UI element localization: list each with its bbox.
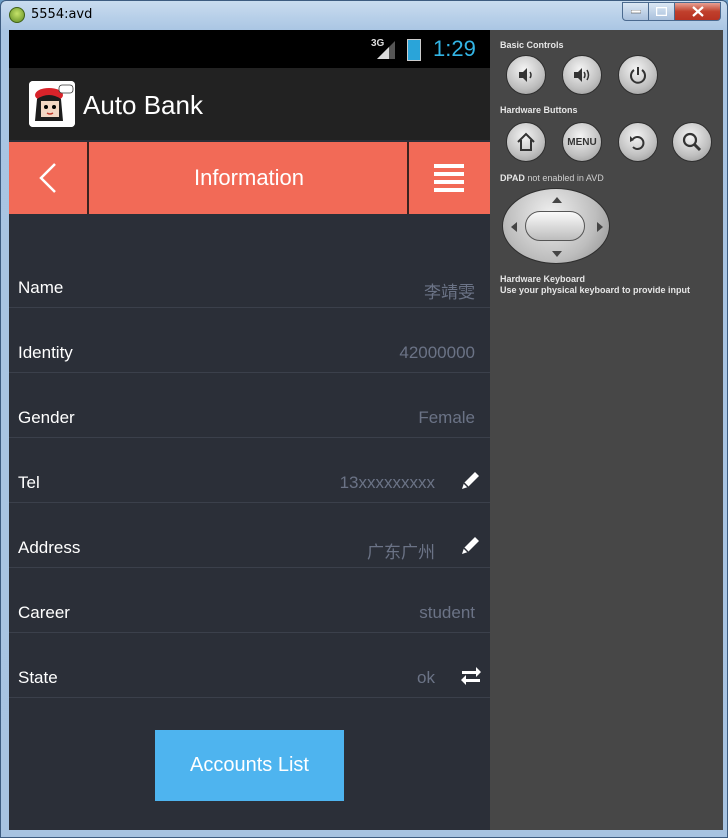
field-label: Identity	[18, 343, 73, 362]
field-value: ok	[417, 668, 435, 687]
power-button[interactable]	[618, 55, 658, 95]
search-hw-button[interactable]	[672, 122, 712, 162]
hardware-keyboard-info: Hardware Keyboard Use your physical keyb…	[500, 274, 690, 296]
keyboard-note: Use your physical keyboard to provide in…	[500, 285, 691, 295]
home-button[interactable]	[506, 122, 546, 162]
info-row-state[interactable]: State ok	[9, 633, 490, 698]
maximize-icon	[656, 7, 667, 16]
minimize-icon	[630, 9, 641, 13]
field-value: 13xxxxxxxxx	[339, 473, 435, 492]
info-row-gender: Gender Female	[9, 373, 490, 438]
hardware-buttons-heading: Hardware Buttons	[500, 105, 578, 115]
signal-icon	[377, 41, 395, 59]
pencil-icon[interactable]	[459, 468, 483, 492]
phone-screen: 3G 1:29 Auto Bank Information Name 李靖雯 I…	[9, 30, 490, 830]
dpad-center-button[interactable]	[525, 211, 585, 241]
window-title: 5554:avd	[31, 7, 93, 22]
info-row-address[interactable]: Address 广东广州	[9, 503, 490, 568]
pencil-icon[interactable]	[459, 533, 483, 557]
power-icon	[630, 67, 646, 84]
app-title: Auto Bank	[83, 90, 203, 120]
volume-down-icon	[519, 68, 532, 82]
dpad-control[interactable]	[502, 188, 610, 264]
dpad-note: not enabled in AVD	[527, 173, 604, 183]
info-row-tel[interactable]: Tel 13xxxxxxxxx	[9, 438, 490, 503]
basic-controls-heading: Basic Controls	[500, 40, 564, 50]
field-value: 广东广州	[367, 543, 435, 562]
field-value: student	[419, 603, 475, 622]
chevron-left-icon	[39, 163, 56, 193]
window-titlebar[interactable]: 5554:avd	[1, 1, 727, 29]
back-hw-button[interactable]	[618, 122, 658, 162]
volume-down-button[interactable]	[506, 55, 546, 95]
status-clock: 1:29	[433, 36, 476, 61]
home-icon	[517, 132, 535, 151]
field-value: 42000000	[399, 343, 475, 362]
page-title: Information	[91, 142, 409, 214]
android-icon	[9, 7, 25, 23]
swap-icon[interactable]	[459, 663, 483, 687]
info-row-career: Career student	[9, 568, 490, 633]
back-arrow-icon	[630, 136, 645, 150]
field-label: Name	[18, 278, 64, 297]
field-label: Tel	[18, 473, 40, 492]
info-list: Name 李靖雯 Identity 42000000 Gender Female…	[9, 243, 490, 698]
dpad-heading: DPAD not enabled in AVD	[500, 173, 604, 183]
app-logo-icon[interactable]	[29, 81, 75, 127]
dpad-title: DPAD	[500, 173, 525, 183]
field-value: 李靖雯	[424, 283, 475, 302]
info-row-identity: Identity 42000000	[9, 308, 490, 373]
battery-icon	[407, 39, 421, 61]
avatar-cartoon-icon	[29, 81, 75, 127]
field-label: Gender	[18, 408, 75, 427]
keyboard-heading: Hardware Keyboard	[500, 274, 586, 284]
info-header-bar: Information	[9, 140, 490, 214]
maximize-button[interactable]	[649, 2, 675, 21]
menu-hw-label: MENU	[567, 136, 597, 148]
emulator-window: 5554:avd 3G 1:29 Auto Bank Information N…	[0, 0, 728, 838]
close-button[interactable]	[675, 2, 721, 21]
accounts-list-button[interactable]: Accounts List	[155, 730, 344, 801]
menu-hw-button[interactable]: MENU	[562, 122, 602, 162]
volume-up-button[interactable]	[562, 55, 602, 95]
info-row-name: Name 李靖雯	[9, 243, 490, 308]
field-label: State	[18, 668, 58, 687]
field-label: Career	[18, 603, 70, 622]
volume-up-icon	[574, 68, 590, 82]
action-bar: Auto Bank	[9, 68, 490, 140]
minimize-button[interactable]	[622, 2, 649, 21]
emulator-controls-panel: Basic Controls Hardware Buttons MENU DPA…	[490, 30, 723, 830]
field-label: Address	[18, 538, 81, 557]
list-menu-icon	[434, 164, 464, 192]
back-button[interactable]	[9, 142, 89, 214]
close-icon	[691, 6, 704, 17]
status-bar: 3G 1:29	[9, 30, 490, 68]
search-icon	[682, 132, 702, 152]
menu-button[interactable]	[409, 142, 490, 214]
field-value: Female	[418, 408, 475, 427]
